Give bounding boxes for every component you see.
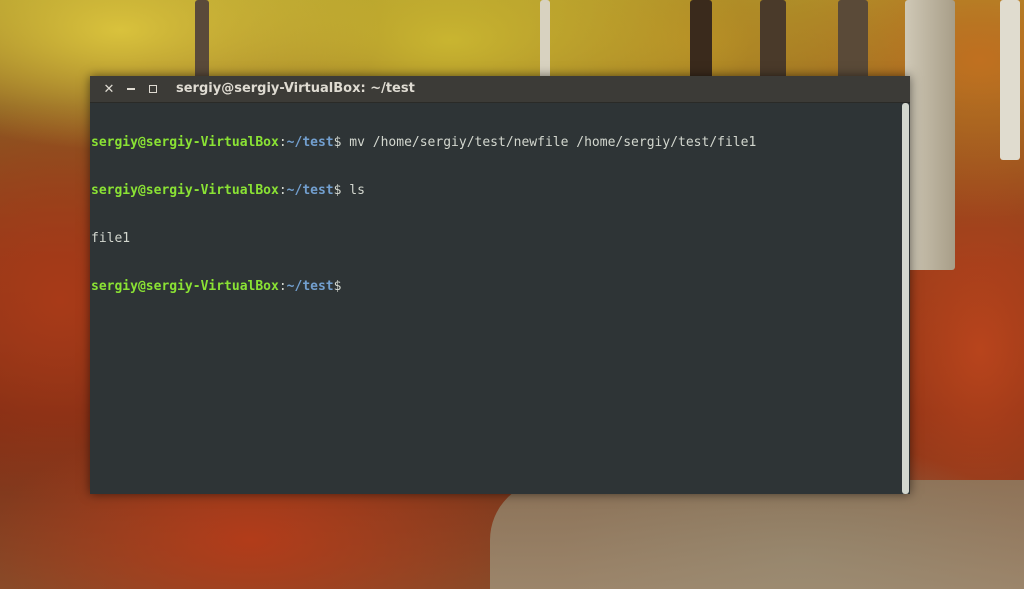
prompt-user-host: sergiy@sergiy-VirtualBox (91, 183, 279, 198)
prompt-user-host: sergiy@sergiy-VirtualBox (91, 279, 279, 294)
minimize-icon[interactable] (120, 76, 142, 102)
prompt-path: ~/test (286, 279, 334, 294)
window-titlebar[interactable]: ✕ sergiy@sergiy-VirtualBox: ~/test (90, 76, 910, 103)
terminal-line: sergiy@sergiy-VirtualBox:~/test$ ls (91, 183, 899, 199)
scrollbar-thumb[interactable] (902, 103, 909, 494)
prompt-user-host: sergiy@sergiy-VirtualBox (91, 135, 279, 150)
tree-trunk (838, 0, 868, 80)
tree-trunk (690, 0, 712, 80)
tree-trunk (540, 0, 550, 80)
vertical-scrollbar[interactable] (900, 103, 910, 494)
command-output: file1 (91, 231, 131, 246)
window-title: sergiy@sergiy-VirtualBox: ~/test (176, 81, 415, 96)
terminal-window[interactable]: ✕ sergiy@sergiy-VirtualBox: ~/test sergi… (90, 76, 910, 494)
prompt-path: ~/test (286, 183, 334, 198)
command-text: ls (341, 183, 365, 198)
close-icon[interactable]: ✕ (98, 76, 120, 102)
tree-trunk (1000, 0, 1020, 160)
forest-path (490, 480, 1024, 589)
terminal-output[interactable]: sergiy@sergiy-VirtualBox:~/test$ mv /hom… (90, 103, 900, 494)
prompt-separator: : (278, 183, 287, 198)
terminal-line: sergiy@sergiy-VirtualBox:~/test$ (91, 279, 899, 295)
tree-trunk (760, 0, 786, 80)
prompt-separator: : (278, 279, 287, 294)
prompt-separator: : (278, 135, 287, 150)
tree-trunk (905, 0, 955, 270)
terminal-line: sergiy@sergiy-VirtualBox:~/test$ mv /hom… (91, 135, 899, 151)
prompt-symbol: $ (333, 279, 342, 294)
command-text: mv /home/sergiy/test/newfile /home/sergi… (341, 135, 757, 150)
terminal-line: file1 (91, 231, 899, 247)
maximize-icon[interactable] (142, 76, 164, 102)
prompt-path: ~/test (286, 135, 334, 150)
